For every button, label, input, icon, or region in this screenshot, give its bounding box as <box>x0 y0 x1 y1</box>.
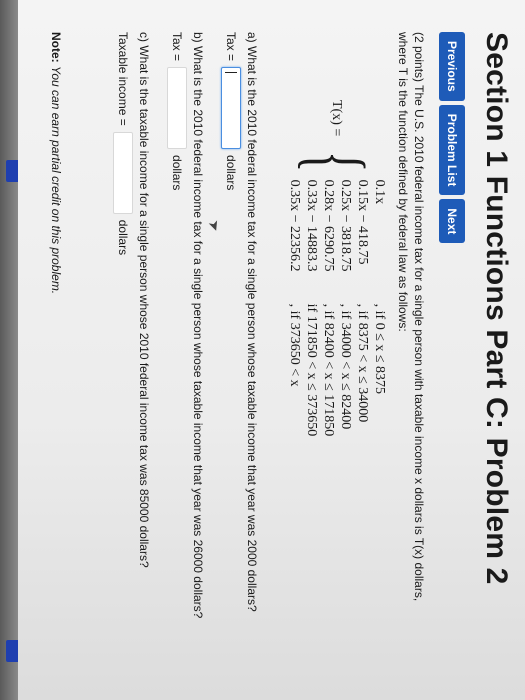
question-b-answer: Tax = dollars <box>167 32 187 190</box>
problem-intro: (2 points) The U.S. 2010 federal income … <box>395 32 427 672</box>
case-condition: , if 0 ≤ x ≤ 8375 <box>372 303 387 395</box>
next-button[interactable]: Next <box>439 199 465 244</box>
problem-nav: Previous Problem List Next <box>439 32 465 244</box>
answer-a-unit: dollars <box>224 155 238 191</box>
piecewise-formula: T(x) = { 0.1x , if 0 ≤ x ≤ 8375 0.15x − … <box>285 100 387 436</box>
case-row: 0.1x , if 0 ≤ x ≤ 8375 <box>370 178 387 437</box>
problem-page: Section 1 Functions Part C: Problem 2 Pr… <box>43 10 523 700</box>
case-row: 0.28x − 6290.75 , if 82400 < x ≤ 171850 <box>319 178 336 437</box>
left-brace-icon: { <box>291 151 382 173</box>
answer-b-label: Tax = <box>170 32 184 62</box>
text-caret <box>225 72 237 74</box>
intro-line-2: where T is the function defined by feder… <box>396 32 410 332</box>
mouse-cursor-icon: ➤ <box>205 217 225 234</box>
screen: Section 1 Functions Part C: Problem 2 Pr… <box>18 0 525 700</box>
previous-button[interactable]: Previous <box>439 32 465 101</box>
case-row: 0.25x − 3818.75 , if 34000 < x ≤ 82400 <box>336 178 353 437</box>
answer-c-unit: dollars <box>116 219 130 256</box>
intro-line-1: (2 points) The U.S. 2010 federal income … <box>412 32 426 602</box>
case-expression: 0.25x − 3818.75 <box>338 179 353 272</box>
case-row: 0.33x − 14883.3 if 171850 < x ≤ 373650 <box>302 178 319 437</box>
case-row: 0.15x − 418.75 , if 8375 < x ≤ 34000 <box>353 178 370 437</box>
case-expression: 0.35x − 22356.2 <box>287 179 302 272</box>
page-title: Section 1 Functions Part C: Problem 2 <box>480 32 513 585</box>
case-condition: , if 8375 < x ≤ 34000 <box>355 303 370 423</box>
case-condition: if 171850 < x ≤ 373650 <box>304 303 319 437</box>
question-b-text: b) What is the 2010 federal income tax f… <box>191 32 205 619</box>
question-c-text: c) What is the taxable income for a sing… <box>137 32 151 568</box>
answer-c-label: Taxable income = <box>116 32 130 126</box>
case-expression: 0.1x <box>372 179 387 205</box>
answer-b-unit: dollars <box>170 155 184 191</box>
answer-a-input[interactable] <box>221 67 241 150</box>
note-label: Note: <box>49 32 63 63</box>
answer-b-input[interactable] <box>167 67 187 150</box>
answer-a-label: Tax = <box>224 32 238 62</box>
case-expression: 0.33x − 14883.3 <box>304 179 319 272</box>
partial-credit-note: Note: You can earn partial credit on thi… <box>49 32 63 294</box>
function-name: T(x) = <box>329 100 344 137</box>
answer-c-input[interactable] <box>113 131 133 214</box>
note-text: You can earn partial credit on this prob… <box>49 66 63 295</box>
case-condition: , if 34000 < x ≤ 82400 <box>338 303 353 430</box>
problem-list-button[interactable]: Problem List <box>439 104 465 196</box>
case-row: 0.35x − 22356.2 , if 373650 < x <box>285 178 302 437</box>
question-a-text: a) What is the 2010 federal income tax f… <box>245 32 259 612</box>
case-expression: 0.15x − 418.75 <box>355 179 370 265</box>
monitor-bezel <box>0 0 20 700</box>
question-a-answer: Tax = dollars <box>221 32 241 190</box>
case-expression: 0.28x − 6290.75 <box>321 179 336 272</box>
cases-table: 0.1x , if 0 ≤ x ≤ 8375 0.15x − 418.75 , … <box>285 178 387 437</box>
question-c-answer: Taxable income = dollars <box>113 32 133 255</box>
case-condition: , if 373650 < x <box>287 303 302 387</box>
case-condition: , if 82400 < x ≤ 171850 <box>321 303 336 437</box>
